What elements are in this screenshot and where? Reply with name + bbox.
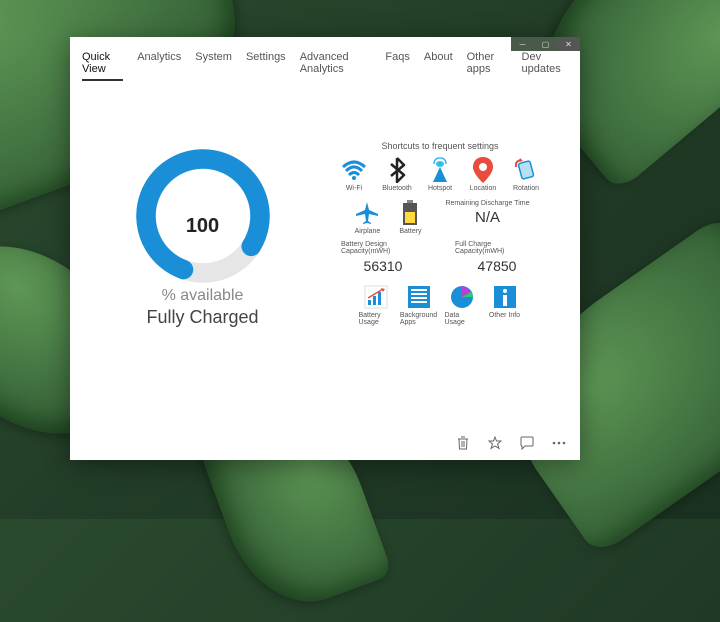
rotation-icon — [513, 157, 539, 183]
tab-quick-view[interactable]: Quick View — [82, 51, 123, 81]
shortcut-rotation[interactable]: Rotation — [509, 157, 543, 192]
location-icon — [470, 157, 496, 183]
footer-actions — [456, 436, 566, 450]
nav-tabs: Quick View Analytics System Settings Adv… — [70, 37, 580, 81]
shortcuts-title: Shortcuts to frequent settings — [381, 141, 498, 151]
discharge-time: Remaining Discharge Time N/A — [445, 200, 529, 226]
design-capacity: Battery Design Capacity(mWH) 56310 — [341, 241, 425, 274]
background-apps-icon — [406, 284, 432, 310]
tab-advanced-analytics[interactable]: Advanced Analytics — [300, 51, 372, 81]
battery-gauge: 100 — [128, 141, 278, 291]
other-info-icon — [492, 284, 518, 310]
shortcut-battery[interactable]: Battery — [393, 200, 427, 235]
shortcut-airplane[interactable]: Airplane — [350, 200, 384, 235]
tab-about[interactable]: About — [424, 51, 453, 81]
tab-analytics[interactable]: Analytics — [137, 51, 181, 81]
airplane-icon — [354, 200, 380, 226]
battery-icon — [397, 200, 423, 226]
comment-icon[interactable] — [520, 436, 534, 450]
app-data-usage[interactable]: Data Usage — [445, 284, 479, 326]
shortcut-location[interactable]: Location — [466, 157, 500, 192]
tab-other-apps[interactable]: Other apps — [467, 51, 508, 81]
battery-gauge-panel: 100 % available Fully Charged — [100, 141, 305, 328]
full-charge-capacity: Full Charge Capacity(mWH) 47850 — [455, 241, 539, 274]
delete-icon[interactable] — [456, 436, 470, 450]
hotspot-icon — [427, 157, 453, 183]
wifi-icon — [341, 157, 367, 183]
more-icon[interactable] — [552, 436, 566, 450]
shortcut-wifi[interactable]: Wi-Fi — [337, 157, 371, 192]
star-icon[interactable] — [488, 436, 502, 450]
shortcut-hotspot[interactable]: Hotspot — [423, 157, 457, 192]
tab-dev-updates[interactable]: Dev updates — [522, 51, 568, 81]
shortcut-bluetooth[interactable]: Bluetooth — [380, 157, 414, 192]
bluetooth-icon — [384, 157, 410, 183]
battery-percent: 100 — [128, 215, 278, 238]
battery-status: Fully Charged — [146, 307, 258, 328]
maximize-button[interactable]: ▢ — [534, 37, 557, 51]
titlebar: ─ ▢ ✕ — [511, 37, 580, 51]
close-button[interactable]: ✕ — [557, 37, 580, 51]
shortcuts-panel: Shortcuts to frequent settings Wi-Fi Blu… — [325, 141, 555, 328]
minimize-button[interactable]: ─ — [511, 37, 534, 51]
app-window: ─ ▢ ✕ Quick View Analytics System Settin… — [70, 37, 580, 460]
battery-usage-icon — [363, 284, 389, 310]
data-usage-icon — [449, 284, 475, 310]
app-background-apps[interactable]: Background Apps — [402, 284, 436, 326]
tab-system[interactable]: System — [195, 51, 232, 81]
tab-faqs[interactable]: Faqs — [385, 51, 409, 81]
app-battery-usage[interactable]: Battery Usage — [359, 284, 393, 326]
tab-settings[interactable]: Settings — [246, 51, 286, 81]
app-other-info[interactable]: Other Info — [488, 284, 522, 326]
